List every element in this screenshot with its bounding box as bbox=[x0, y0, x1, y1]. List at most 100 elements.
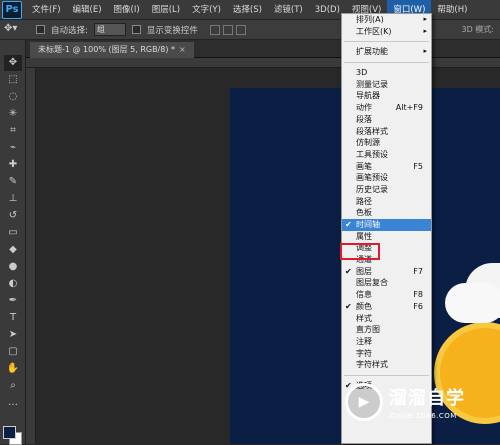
align-top-icon[interactable] bbox=[209, 24, 220, 35]
move-tool-icon[interactable]: ✥▾ bbox=[4, 23, 30, 37]
annotation-highlight-box bbox=[340, 243, 380, 260]
menu-image[interactable]: 图像(I) bbox=[108, 0, 146, 20]
paint-bucket-icon[interactable]: ◆ bbox=[4, 242, 22, 258]
menu-item-notes[interactable]: 注释 bbox=[342, 336, 431, 348]
align-bottom-icon[interactable] bbox=[235, 24, 246, 35]
document-tab-title: 未标题-1 @ 100% (图层 5, RGB/8) * bbox=[38, 45, 176, 54]
pen-tool-icon[interactable]: ✒ bbox=[4, 293, 22, 309]
menu-item-brush[interactable]: 画笔 F5 bbox=[342, 161, 431, 173]
submenu-arrow-icon: ▸ bbox=[423, 47, 427, 56]
menu-layer[interactable]: 图层(L) bbox=[146, 0, 186, 20]
menu-help[interactable]: 帮助(H) bbox=[431, 0, 473, 20]
menu-item-label: 工作区(K) bbox=[356, 26, 392, 36]
menu-item-workspace[interactable]: 工作区(K) ▸ bbox=[342, 26, 431, 38]
clone-stamp-icon[interactable]: ⊥ bbox=[4, 191, 22, 207]
menu-item-histogram[interactable]: 直方图 bbox=[342, 324, 431, 336]
checkmark-icon: ✔ bbox=[345, 266, 352, 276]
menu-item-paragraph[interactable]: 段落 bbox=[342, 114, 431, 126]
dodge-tool-icon[interactable]: ◐ bbox=[4, 276, 22, 292]
menu-item-paths[interactable]: 路径 bbox=[342, 196, 431, 208]
foreground-color-swatch[interactable] bbox=[3, 426, 16, 439]
menu-item-extensions[interactable]: 扩展功能 ▸ bbox=[342, 46, 431, 58]
menu-item-paragraph-styles[interactable]: 段落样式 bbox=[342, 126, 431, 138]
menu-item-character-styles[interactable]: 字符样式 bbox=[342, 359, 431, 371]
menu-item-brush-presets[interactable]: 画笔预设 bbox=[342, 172, 431, 184]
menu-item-label: 动作 bbox=[356, 103, 372, 113]
menu-item-label: 画笔 bbox=[356, 161, 372, 171]
type-tool-icon[interactable]: T bbox=[4, 310, 22, 326]
checkmark-icon: ✔ bbox=[345, 301, 352, 311]
healing-brush-icon[interactable]: ✚ bbox=[4, 157, 22, 173]
menu-item-info[interactable]: 信息 F8 bbox=[342, 289, 431, 301]
menu-item-actions[interactable]: 动作 Alt+F9 bbox=[342, 102, 431, 114]
menu-item-layer-comps[interactable]: 图层复合 bbox=[342, 277, 431, 289]
menu-item-label: 仿制源 bbox=[356, 138, 380, 148]
menu-item-properties[interactable]: 属性 bbox=[342, 231, 431, 243]
menu-separator bbox=[344, 58, 429, 64]
brush-tool-icon[interactable]: ✎ bbox=[4, 174, 22, 190]
shape-tool-icon[interactable]: ▢ bbox=[4, 344, 22, 360]
menu-item-clone-source[interactable]: 仿制源 bbox=[342, 137, 431, 149]
menu-item-layers[interactable]: ✔ 图层 F7 bbox=[342, 266, 431, 278]
show-transform-checkbox[interactable] bbox=[131, 25, 141, 34]
hand-tool-icon[interactable]: ✋ bbox=[4, 361, 22, 377]
watermark-url: ZIXUE.3D66.COM bbox=[389, 412, 457, 420]
menu-item-color[interactable]: ✔ 颜色 F6 bbox=[342, 301, 431, 313]
checkmark-icon: ✔ bbox=[345, 220, 352, 229]
menu-item-styles[interactable]: 样式 bbox=[342, 313, 431, 325]
auto-select-label: 自动选择: bbox=[51, 25, 88, 36]
align-middle-icon[interactable] bbox=[222, 24, 233, 35]
menu-type[interactable]: 文字(Y) bbox=[186, 0, 227, 20]
move-tool-icon[interactable]: ✥ bbox=[4, 55, 22, 71]
3d-mode-label: 3D 模式: bbox=[461, 25, 495, 34]
document-tab[interactable]: 未标题-1 @ 100% (图层 5, RGB/8) * × bbox=[30, 42, 194, 58]
menu-separator bbox=[344, 37, 429, 43]
marquee-tool-icon[interactable]: ⬚ bbox=[4, 72, 22, 88]
menu-item-label: 段落 bbox=[356, 114, 372, 124]
menu-item-label: 路径 bbox=[356, 196, 372, 206]
menu-item-navigator[interactable]: 导航器 bbox=[342, 90, 431, 102]
lasso-tool-icon[interactable]: ◌ bbox=[4, 89, 22, 105]
menu-item-swatches[interactable]: 色板 bbox=[342, 207, 431, 219]
auto-select-checkbox[interactable] bbox=[36, 25, 45, 34]
watermark: ▶ 溜溜自学 ZIXUE.3D66.COM bbox=[345, 372, 495, 432]
menu-item-label: 图层 bbox=[356, 266, 372, 276]
eyedropper-icon[interactable]: ⌁ bbox=[4, 140, 22, 156]
menu-item-tool-presets[interactable]: 工具预设 bbox=[342, 149, 431, 161]
menu-item-measurement-log[interactable]: 测量记录 bbox=[342, 79, 431, 91]
auto-select-dropdown[interactable]: 组 bbox=[93, 23, 126, 36]
menu-item-3d[interactable]: 3D bbox=[342, 67, 431, 79]
menu-item-label: 直方图 bbox=[356, 325, 380, 335]
menu-item-label: 3D bbox=[356, 68, 368, 78]
play-logo-icon: ▶ bbox=[345, 383, 383, 421]
history-brush-icon[interactable]: ↺ bbox=[4, 208, 22, 224]
tools-panel: ✥ ⬚ ◌ ✳ ⌗ ⌁ ✚ ✎ ⊥ ↺ ▭ ◆ ● ◐ ✒ T ➤ ▢ ✋ ⌕ … bbox=[0, 40, 26, 445]
menu-item-label: 色板 bbox=[356, 208, 372, 218]
menu-item-label: 样式 bbox=[356, 313, 372, 323]
menu-edit[interactable]: 编辑(E) bbox=[67, 0, 108, 20]
menu-item-timeline[interactable]: ✔ 时间轴 bbox=[342, 219, 431, 231]
magic-wand-icon[interactable]: ✳ bbox=[4, 106, 22, 122]
watermark-title: 溜溜自学 bbox=[389, 388, 465, 409]
path-select-icon[interactable]: ➤ bbox=[4, 327, 22, 343]
close-icon[interactable]: × bbox=[179, 45, 186, 54]
menu-item-shortcut: Alt+F9 bbox=[395, 103, 423, 113]
menu-select[interactable]: 选择(S) bbox=[227, 0, 268, 20]
eraser-icon[interactable]: ▭ bbox=[4, 225, 22, 241]
menu-item-shortcut: F7 bbox=[413, 266, 423, 276]
menu-item-arrange[interactable]: 排列(A) ▸ bbox=[342, 14, 431, 26]
menu-item-character[interactable]: 字符 bbox=[342, 348, 431, 360]
menu-file[interactable]: 文件(F) bbox=[26, 0, 67, 20]
menu-item-history[interactable]: 历史记录 bbox=[342, 184, 431, 196]
menu-item-label: 测量记录 bbox=[356, 79, 388, 89]
menu-item-label: 工具预设 bbox=[356, 149, 388, 159]
menu-item-label: 信息 bbox=[356, 290, 372, 300]
submenu-arrow-icon: ▸ bbox=[423, 15, 427, 23]
blur-tool-icon[interactable]: ● bbox=[4, 259, 22, 275]
zoom-tool-icon[interactable]: ⌕ bbox=[4, 378, 22, 394]
more-tools-icon[interactable]: … bbox=[4, 395, 22, 411]
menu-item-label: 排列(A) bbox=[356, 15, 384, 24]
menu-item-label: 段落样式 bbox=[356, 126, 388, 136]
menu-filter[interactable]: 滤镜(T) bbox=[268, 0, 309, 20]
crop-tool-icon[interactable]: ⌗ bbox=[4, 123, 22, 139]
